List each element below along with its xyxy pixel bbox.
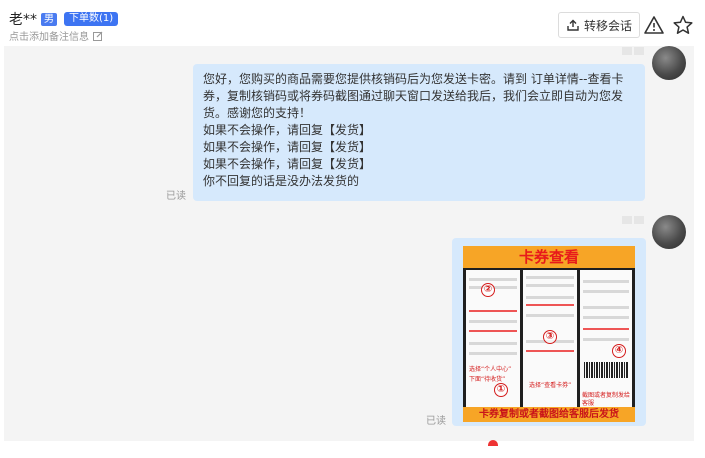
step-number: ④ [612,344,626,358]
transfer-session-button[interactable]: 转移会话 [558,12,641,38]
step-number: ② [481,283,495,297]
transfer-icon [567,19,579,31]
message-line: 如果不会操作，请回复【发货】 [203,123,372,137]
step-caption: 选择“个人中心” [469,366,512,373]
coupon-image-footer: 卡券复制或者截图给客服后发货 [463,407,635,422]
transfer-session-label: 转移会话 [584,18,633,33]
coupon-guide-image[interactable]: 卡券查看 选择“个人中心” 下面“待收货” ② ① 选择“查看卡券” ③ 截图或… [463,246,635,422]
barcode [584,362,628,378]
message-line: 货。感谢您的支持！ [203,106,312,120]
new-message-indicator[interactable] [488,440,498,446]
customer-name[interactable]: 老** [9,9,37,29]
star-icon[interactable] [672,14,694,36]
coupon-image-title: 卡券查看 [463,246,635,268]
message-line: 如果不会操作，请回复【发货】 [203,140,372,154]
phone-screenshot-3: 截图或者复制发给客服 ④ [580,270,632,407]
warning-icon[interactable] [643,14,665,36]
orders-count-badge[interactable]: 下单数(1) [64,12,119,26]
agent-avatar [652,215,686,249]
phone-screenshot-2: 选择“查看卡券” ③ [523,270,577,407]
step-caption: 选择“查看卡券” [529,382,572,389]
read-status: 已读 [426,416,446,427]
phone-screenshot-1: 选择“个人中心” 下面“待收货” ② ① [466,270,520,407]
read-status: 已读 [166,191,186,202]
sender-name-mosaic [622,47,644,55]
sender-name-mosaic [622,216,644,224]
edit-icon[interactable] [93,31,103,41]
message-line: 您好，您购买的商品需要您提供核销码后为您发送卡密。请到 订单详情--查看卡 [203,72,624,86]
step-number: ③ [543,330,557,344]
message-line: 你不回复的话是没办法发货的 [203,174,360,188]
step-number: ① [494,383,508,397]
message-line: 如果不会操作，请回复【发货】 [203,157,372,171]
remark-field[interactable]: 点击添加备注信息 [9,28,103,43]
message-line: 券，复制核销码或将券码截图通过聊天窗口发送给我后，我们会立即自动为您发 [203,89,624,103]
remark-placeholder[interactable]: 点击添加备注信息 [9,28,89,43]
customer-info: 老** 男 下单数(1) [9,9,119,29]
gender-badge: 男 [41,12,57,26]
agent-avatar [652,46,686,80]
chat-header: 老** 男 下单数(1) 点击添加备注信息 转移会话 [0,0,705,46]
message-bubble-text[interactable]: 您好，您购买的商品需要您提供核销码后为您发送卡密。请到 订单详情--查看卡 券，… [193,64,645,201]
step-caption: 截图或者复制发给客服 [582,392,631,407]
